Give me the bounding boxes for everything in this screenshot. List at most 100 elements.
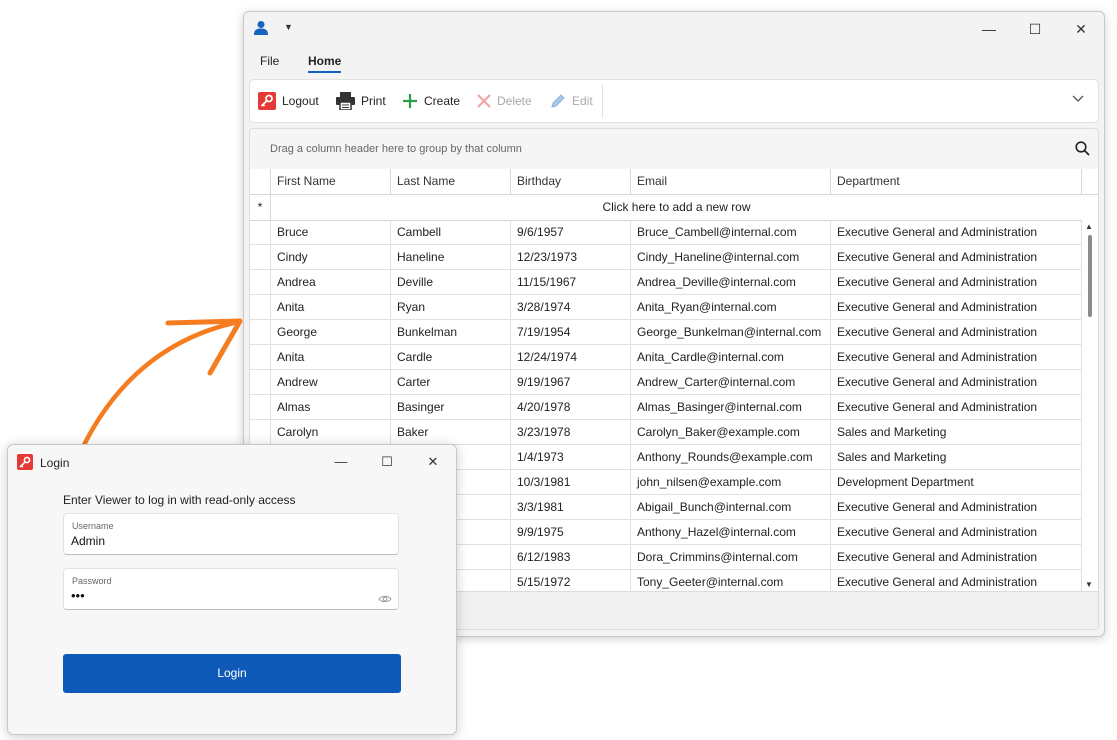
column-header-email[interactable]: Email — [631, 169, 831, 194]
email-cell[interactable]: Dora_Crimmins@internal.com — [631, 545, 831, 569]
column-header-last-name[interactable]: Last Name — [391, 169, 511, 194]
new-item-row[interactable]: * Click here to add a new row — [250, 195, 1098, 221]
first-name-cell[interactable]: Cindy — [271, 245, 391, 269]
table-row[interactable]: Bruce Cambell 9/6/1957 Bruce_Cambell@intern… — [250, 220, 1082, 245]
scroll-down-icon[interactable]: ▼ — [1085, 580, 1093, 589]
first-name-cell[interactable]: Andrea — [271, 270, 391, 294]
email-cell[interactable]: Bruce_Cambell@internal.com — [631, 220, 831, 244]
department-cell[interactable]: Executive General and Administration — [831, 520, 1082, 544]
vertical-scrollbar[interactable]: ▲ ▼ — [1082, 220, 1098, 591]
birthday-cell[interactable]: 12/23/1973 — [511, 245, 631, 269]
tab-file[interactable]: File — [260, 54, 279, 68]
close-button[interactable]: ✕ — [1058, 12, 1104, 46]
first-name-cell[interactable]: Anita — [271, 345, 391, 369]
birthday-cell[interactable]: 3/23/1978 — [511, 420, 631, 444]
first-name-cell[interactable]: Almas — [271, 395, 391, 419]
maximize-button[interactable]: ☐ — [1012, 12, 1058, 46]
column-header-birthday[interactable]: Birthday — [511, 169, 631, 194]
table-row[interactable]: Cindy Haneline 12/23/1973 Cindy_Haneline@in… — [250, 245, 1082, 270]
row-indicator[interactable] — [250, 245, 271, 269]
column-header-department[interactable]: Department — [831, 169, 1082, 194]
birthday-cell[interactable]: 10/3/1981 — [511, 470, 631, 494]
department-cell[interactable]: Executive General and Administration — [831, 570, 1082, 591]
last-name-cell[interactable]: Bunkelman — [391, 320, 511, 344]
birthday-cell[interactable]: 4/20/1978 — [511, 395, 631, 419]
last-name-cell[interactable]: Ryan — [391, 295, 511, 319]
department-cell[interactable]: Executive General and Administration — [831, 320, 1082, 344]
row-indicator[interactable] — [250, 270, 271, 294]
department-cell[interactable]: Executive General and Administration — [831, 220, 1082, 244]
dialog-maximize-button[interactable]: ☐ — [364, 445, 410, 479]
delete-button[interactable]: Delete — [477, 91, 532, 111]
print-button[interactable]: Print — [336, 91, 386, 111]
department-cell[interactable]: Executive General and Administration — [831, 495, 1082, 519]
email-cell[interactable]: john_nilsen@example.com — [631, 470, 831, 494]
email-cell[interactable]: Cindy_Haneline@internal.com — [631, 245, 831, 269]
table-row[interactable]: George Bunkelman 7/19/1954 George_Bunkelman… — [250, 320, 1082, 345]
chevron-down-icon[interactable] — [1072, 92, 1084, 106]
department-cell[interactable]: Sales and Marketing — [831, 420, 1082, 444]
email-cell[interactable]: Andrew_Carter@internal.com — [631, 370, 831, 394]
create-button[interactable]: Create — [402, 91, 460, 111]
department-cell[interactable]: Executive General and Administration — [831, 395, 1082, 419]
logout-button[interactable]: Logout — [258, 91, 319, 111]
department-cell[interactable]: Executive General and Administration — [831, 245, 1082, 269]
birthday-cell[interactable]: 1/4/1973 — [511, 445, 631, 469]
birthday-cell[interactable]: 7/19/1954 — [511, 320, 631, 344]
birthday-cell[interactable]: 12/24/1974 — [511, 345, 631, 369]
email-cell[interactable]: Abigail_Bunch@internal.com — [631, 495, 831, 519]
email-cell[interactable]: Tony_Geeter@internal.com — [631, 570, 831, 591]
last-name-cell[interactable]: Haneline — [391, 245, 511, 269]
last-name-cell[interactable]: Baker — [391, 420, 511, 444]
eye-icon[interactable] — [378, 593, 392, 607]
first-name-cell[interactable]: Carolyn — [271, 420, 391, 444]
department-cell[interactable]: Executive General and Administration — [831, 370, 1082, 394]
birthday-cell[interactable]: 3/3/1981 — [511, 495, 631, 519]
birthday-cell[interactable]: 11/15/1967 — [511, 270, 631, 294]
dialog-minimize-button[interactable]: — — [318, 445, 364, 479]
scroll-up-icon[interactable]: ▲ — [1085, 222, 1093, 231]
first-name-cell[interactable]: Andrew — [271, 370, 391, 394]
table-row[interactable]: Andrea Deville 11/15/1967 Andrea_Deville@in… — [250, 270, 1082, 295]
department-cell[interactable]: Sales and Marketing — [831, 445, 1082, 469]
table-row[interactable]: Anita Ryan 3/28/1974 Anita_Ryan@internal.co… — [250, 295, 1082, 320]
department-cell[interactable]: Executive General and Administration — [831, 270, 1082, 294]
password-input[interactable]: ••• — [71, 588, 371, 603]
birthday-cell[interactable]: 9/19/1967 — [511, 370, 631, 394]
email-cell[interactable]: Andrea_Deville@internal.com — [631, 270, 831, 294]
password-field[interactable]: Password ••• — [63, 568, 399, 610]
search-icon[interactable] — [1075, 141, 1090, 159]
email-cell[interactable]: George_Bunkelman@internal.com — [631, 320, 831, 344]
birthday-cell[interactable]: 3/28/1974 — [511, 295, 631, 319]
last-name-cell[interactable]: Cambell — [391, 220, 511, 244]
dialog-close-button[interactable]: ✕ — [410, 445, 456, 479]
table-row[interactable]: Carolyn Baker 3/23/1978 Carolyn_Baker@examp… — [250, 420, 1082, 445]
department-cell[interactable]: Executive General and Administration — [831, 545, 1082, 569]
email-cell[interactable]: Anthony_Rounds@example.com — [631, 445, 831, 469]
birthday-cell[interactable]: 9/6/1957 — [511, 220, 631, 244]
birthday-cell[interactable]: 9/9/1975 — [511, 520, 631, 544]
last-name-cell[interactable]: Basinger — [391, 395, 511, 419]
first-name-cell[interactable]: Anita — [271, 295, 391, 319]
email-cell[interactable]: Almas_Basinger@internal.com — [631, 395, 831, 419]
table-row[interactable]: Anita Cardle 12/24/1974 Anita_Cardle@intern… — [250, 345, 1082, 370]
last-name-cell[interactable]: Deville — [391, 270, 511, 294]
username-input[interactable] — [71, 534, 371, 548]
minimize-button[interactable]: — — [966, 12, 1012, 46]
quick-access-dropdown-icon[interactable]: ▼ — [284, 22, 293, 32]
table-row[interactable]: Almas Basinger 4/20/1978 Almas_Basinger@int… — [250, 395, 1082, 420]
scrollbar-thumb[interactable] — [1088, 235, 1092, 317]
table-row[interactable]: Andrew Carter 9/19/1967 Andrew_Carter@inter… — [250, 370, 1082, 395]
department-cell[interactable]: Executive General and Administration — [831, 345, 1082, 369]
birthday-cell[interactable]: 6/12/1983 — [511, 545, 631, 569]
email-cell[interactable]: Carolyn_Baker@example.com — [631, 420, 831, 444]
login-button[interactable]: Login — [63, 654, 401, 693]
column-header-first-name[interactable]: First Name — [271, 169, 391, 194]
row-indicator[interactable] — [250, 220, 271, 244]
email-cell[interactable]: Anita_Ryan@internal.com — [631, 295, 831, 319]
username-field[interactable]: Username — [63, 513, 399, 555]
last-name-cell[interactable]: Carter — [391, 370, 511, 394]
first-name-cell[interactable]: George — [271, 320, 391, 344]
first-name-cell[interactable]: Bruce — [271, 220, 391, 244]
email-cell[interactable]: Anita_Cardle@internal.com — [631, 345, 831, 369]
